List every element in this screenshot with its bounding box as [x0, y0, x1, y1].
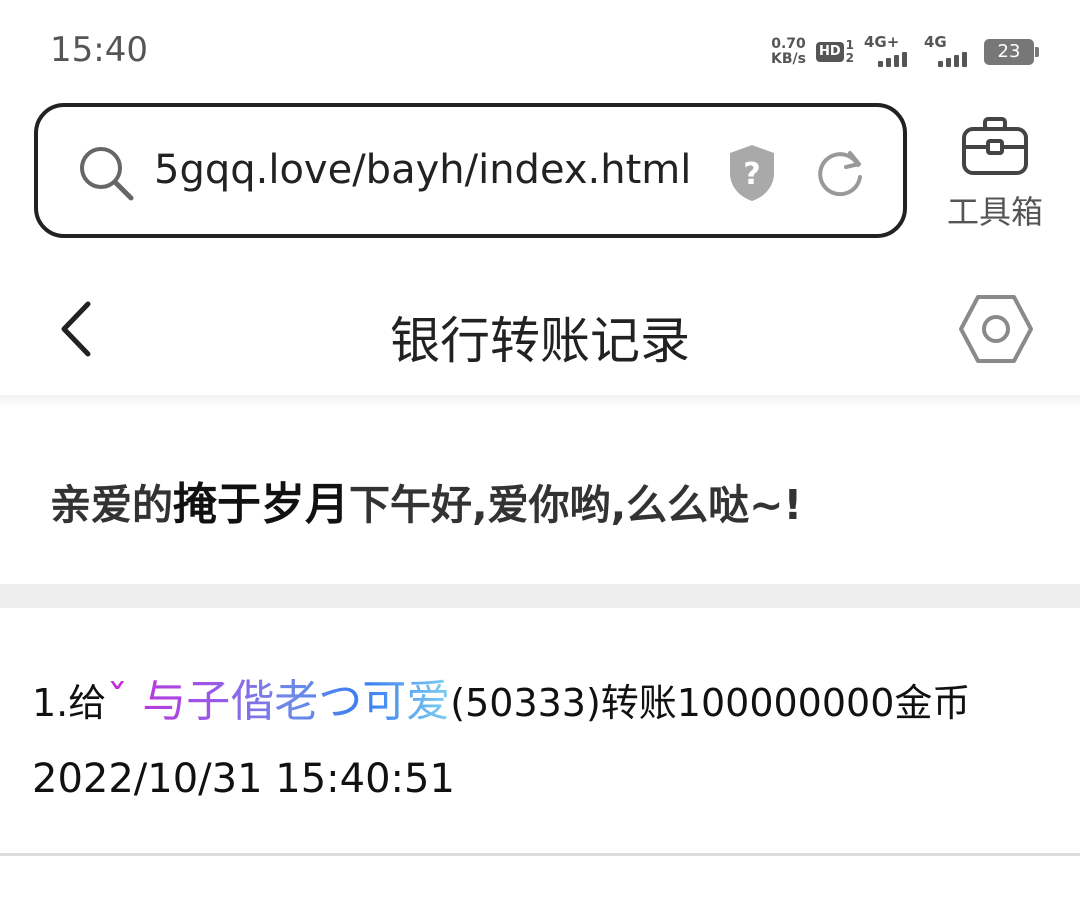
transfer-description: 1.给ˇ 与子偕老つ可爱(50333)转账100000000金币 — [32, 665, 970, 729]
hd-label: HD — [815, 42, 844, 62]
settings-hex-icon[interactable] — [958, 293, 1034, 365]
signal-bars-1 — [878, 52, 907, 67]
signal-icon-sim2: 4G — [924, 33, 974, 69]
section-divider — [0, 584, 1080, 608]
status-time: 15:40 — [50, 30, 148, 70]
battery-icon: 23 — [984, 39, 1039, 65]
list-item: 1.给ˇ 与子偕老つ可爱(50333)转账100000000金币 2022/10… — [0, 608, 1080, 856]
svg-text:?: ? — [743, 157, 760, 192]
greeting-message: 亲爱的掩于岁月下午好,爱你哟,么么哒~! — [50, 468, 802, 532]
refresh-icon[interactable] — [812, 145, 868, 201]
url-text[interactable]: 5gqq.love/bayh/index.html — [154, 147, 691, 193]
address-bar[interactable]: 5gqq.love/bayh/index.html ? — [34, 103, 907, 238]
hd-sim2: 2 — [845, 51, 854, 65]
net-speed-value: 0.70 — [771, 36, 806, 52]
header-shadow — [0, 395, 1080, 407]
status-bar: 15:40 0.70 KB/s HD 1 2 4G+ 4G 23 — [0, 0, 1080, 100]
network-type-1: 4G+ — [864, 33, 900, 51]
greeting-suffix: 下午好,爱你哟,么么哒~! — [349, 481, 803, 529]
toolbox-icon — [962, 117, 1028, 175]
page-header: 银行转账记录 — [0, 265, 1080, 395]
net-speed-indicator: 0.70 KB/s — [771, 37, 806, 67]
hd-sim-numbers: 1 2 — [846, 39, 854, 65]
transfer-details: (50333)转账100000000金币 — [450, 681, 971, 725]
greeting-username: 掩于岁月 — [173, 479, 349, 530]
net-speed-unit: KB/s — [771, 51, 806, 67]
hd-volte-icon: HD 1 2 — [815, 39, 854, 65]
signal-icon-sim1: 4G+ — [864, 33, 914, 69]
search-icon[interactable] — [76, 143, 136, 203]
greeting-prefix: 亲爱的 — [50, 481, 173, 529]
toolbox-button[interactable]: 工具箱 — [940, 115, 1050, 235]
toolbox-label: 工具箱 — [946, 193, 1043, 231]
network-type-2: 4G — [924, 33, 947, 51]
shield-question-icon[interactable]: ? — [726, 143, 778, 203]
transfer-timestamp: 2022/10/31 15:40:51 — [32, 756, 455, 802]
signal-bars-2 — [938, 52, 967, 67]
status-icons: 0.70 KB/s HD 1 2 4G+ 4G 23 — [771, 33, 1039, 70]
record-index-prefix: 1.给 — [32, 681, 107, 725]
recipient-name: ˇ 与子偕老つ可爱 — [106, 676, 451, 727]
page-title: 银行转账记录 — [390, 312, 690, 370]
